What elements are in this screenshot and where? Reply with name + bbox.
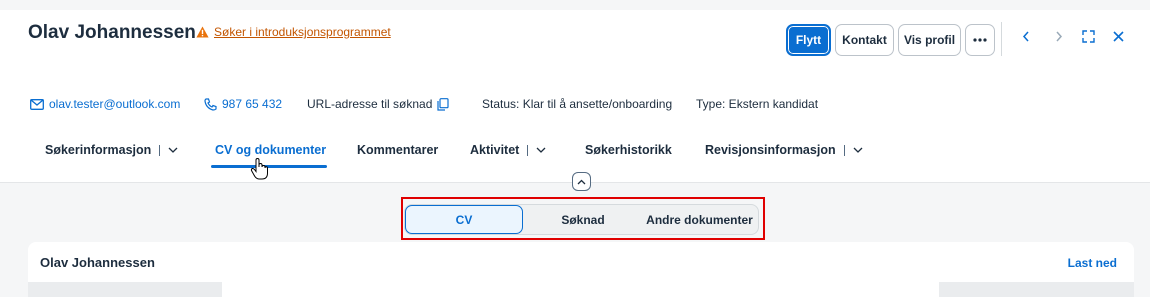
application-url[interactable]: URL-adresse til søknad	[307, 97, 449, 111]
fullscreen-button[interactable]	[1078, 26, 1098, 46]
more-button[interactable]	[965, 24, 995, 56]
move-button[interactable]: Flytt	[786, 24, 831, 56]
toolbar-separator	[1001, 22, 1002, 56]
phone-icon	[204, 97, 217, 111]
chevron-down-icon	[168, 147, 178, 153]
tab-divider	[527, 144, 529, 156]
document-panel: Olav Johannessen Last ned	[28, 242, 1134, 282]
view-profile-button[interactable]: Vis profil	[898, 24, 961, 56]
mail-icon	[30, 98, 44, 110]
tab-label: Søkerhistorikk	[585, 143, 672, 157]
chevron-up-icon	[577, 179, 586, 184]
tab-divider	[843, 144, 845, 156]
applicant-name: Olav Johannessen	[28, 22, 196, 43]
phone-text: 987 65 432	[222, 97, 283, 111]
tab-revision-info[interactable]: Revisjonsinformasjon	[705, 143, 863, 157]
tab-label: Aktivitet	[470, 143, 520, 157]
collapse-header-button[interactable]	[572, 172, 591, 191]
panel-title: Olav Johannessen	[40, 255, 155, 270]
warning-icon	[196, 26, 209, 38]
warning-badge[interactable]: Søker i introduksjonsprogrammet	[196, 25, 391, 39]
tab-cv-documents[interactable]: CV og dokumenter	[215, 143, 326, 157]
email-text: olav.tester@outlook.com	[49, 97, 181, 111]
close-icon	[1112, 30, 1124, 42]
top-strip	[0, 0, 1150, 10]
type-text: Type: Ekstern kandidat	[696, 97, 819, 111]
tab-activity[interactable]: Aktivitet	[470, 143, 546, 157]
next-button[interactable]	[1049, 26, 1069, 46]
warning-link[interactable]: Søker i introduksjonsprogrammet	[214, 25, 391, 39]
phone-link[interactable]: 987 65 432	[204, 97, 282, 111]
url-label: URL-adresse til søknad	[307, 97, 433, 111]
tab-applicant-info[interactable]: Søkerinformasjon	[45, 143, 178, 157]
chevron-down-icon	[536, 147, 546, 153]
expand-icon	[1081, 29, 1095, 43]
segment-cv[interactable]: CV	[405, 205, 523, 234]
previous-button[interactable]	[1016, 26, 1036, 46]
tab-applicant-history[interactable]: Søkerhistorikk	[585, 143, 672, 157]
document-page	[222, 282, 939, 297]
contact-button[interactable]: Kontakt	[835, 24, 894, 56]
tab-label: Revisjonsinformasjon	[705, 143, 836, 157]
document-segmented-control: CV Søknad Andre dokumenter	[404, 204, 759, 235]
close-button[interactable]	[1108, 26, 1128, 46]
tab-label: Kommentarer	[357, 143, 439, 157]
email-link[interactable]: olav.tester@outlook.com	[30, 97, 180, 111]
tab-comments[interactable]: Kommentarer	[357, 143, 438, 157]
chevron-down-icon	[853, 147, 863, 153]
status-text: Status: Klar til å ansette/onboarding	[482, 97, 673, 111]
download-link[interactable]: Last ned	[1068, 256, 1117, 270]
copy-icon[interactable]	[437, 97, 449, 111]
more-icon	[973, 38, 987, 42]
chevron-right-icon	[1056, 31, 1063, 41]
segment-other-documents[interactable]: Andre dokumenter	[641, 205, 758, 234]
chevron-left-icon	[1022, 31, 1029, 41]
tab-label: Søkerinformasjon	[45, 143, 152, 157]
hand-cursor-icon	[250, 158, 268, 180]
segment-application[interactable]: Søknad	[524, 205, 642, 234]
tab-divider	[159, 144, 161, 156]
tab-label: CV og dokumenter	[215, 143, 327, 157]
